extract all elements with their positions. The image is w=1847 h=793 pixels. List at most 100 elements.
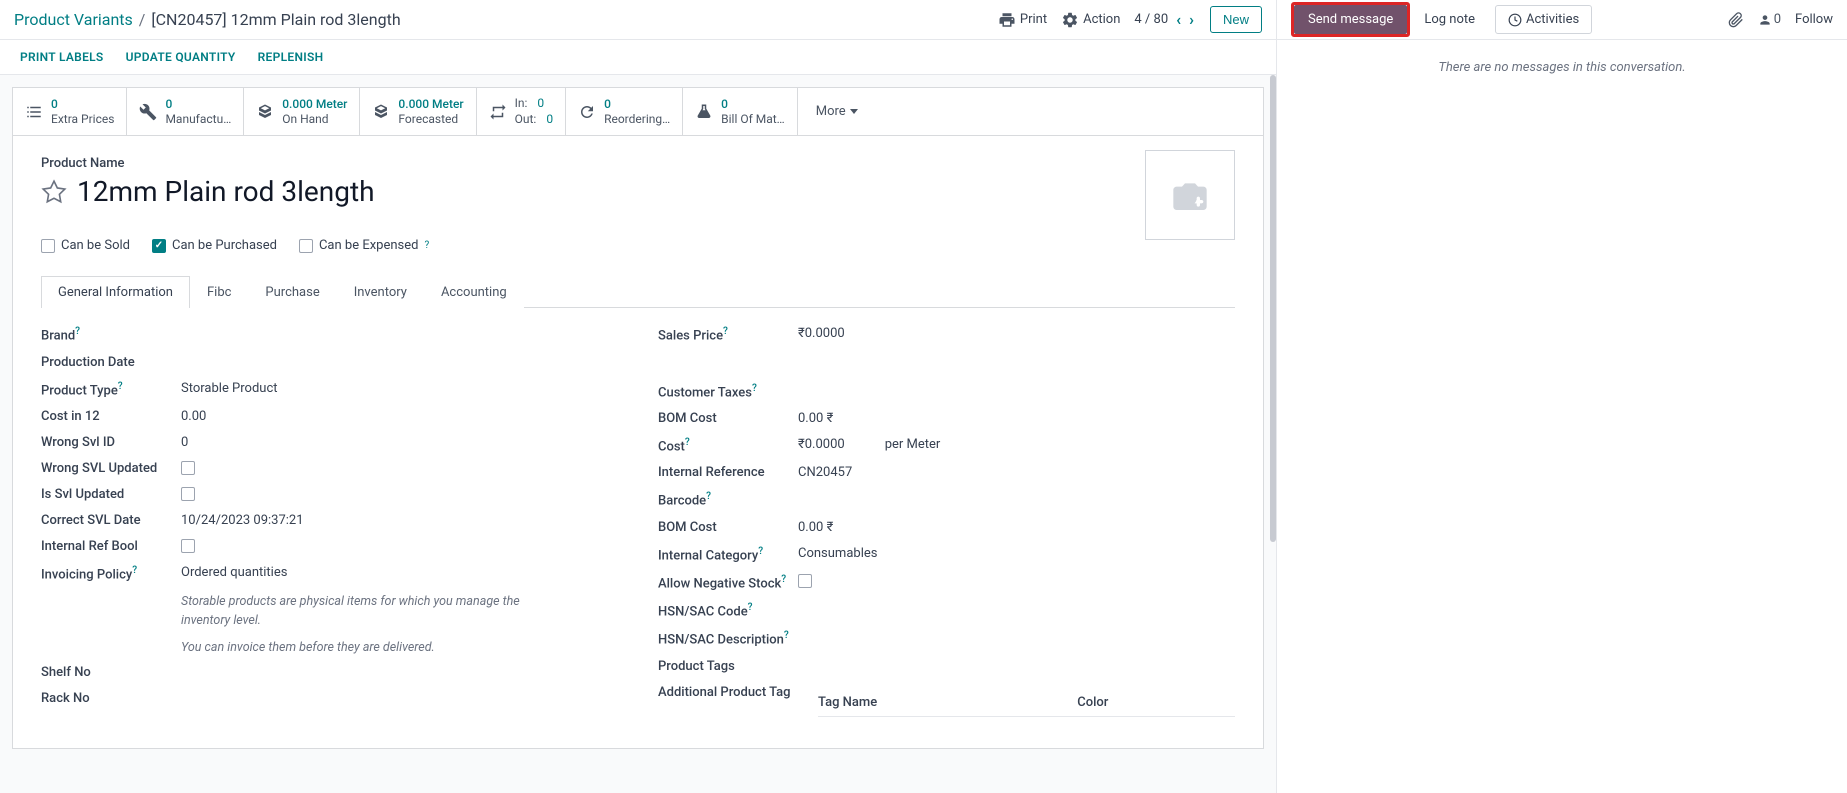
pager-next[interactable]: › (1187, 10, 1196, 29)
tag-color-col: Color (1077, 695, 1108, 710)
attachment-icon[interactable] (1728, 12, 1744, 28)
wrong-svl-id-value[interactable]: 0 (181, 435, 188, 450)
cubes-icon (372, 103, 390, 121)
internal-category-label: Internal Category? (658, 546, 798, 563)
tag-name-col: Tag Name (818, 695, 877, 710)
product-name-label: Product Name (41, 156, 1235, 171)
help-icon[interactable]: ? (723, 326, 728, 337)
tab-fibc[interactable]: Fibc (190, 276, 248, 308)
cost-in-12-value[interactable]: 0.00 (181, 409, 206, 424)
help-icon[interactable]: ? (752, 383, 757, 394)
internal-category-value[interactable]: Consumables (798, 546, 877, 561)
help-icon[interactable]: ? (118, 381, 123, 392)
cost-per: per Meter (885, 437, 941, 452)
help-icon[interactable]: ? (758, 546, 763, 557)
topbar: Product Variants / [CN20457] 12mm Plain … (0, 0, 1276, 40)
pager-prev[interactable]: ‹ (1174, 10, 1183, 29)
help-icon[interactable]: ? (781, 574, 786, 585)
tab-purchase[interactable]: Purchase (248, 276, 336, 308)
can-be-expensed-checkbox[interactable]: Can be Expensed? (299, 238, 429, 253)
cost-label: Cost? (658, 437, 798, 454)
content-scroll[interactable]: 0Extra Prices 0Manufactu… 0.000 MeterOn … (0, 75, 1276, 793)
stat-reordering[interactable]: 0Reordering… (566, 88, 683, 135)
shelf-no-label: Shelf No (41, 665, 181, 680)
internal-ref-bool-checkbox[interactable] (181, 539, 195, 553)
wrong-svl-updated-checkbox[interactable] (181, 461, 195, 475)
customer-taxes-label: Customer Taxes? (658, 383, 798, 400)
correct-svl-date-value[interactable]: 10/24/2023 09:37:21 (181, 513, 304, 528)
tab-inventory[interactable]: Inventory (337, 276, 424, 308)
update-quantity-link[interactable]: UPDATE QUANTITY (126, 50, 236, 64)
tab-accounting[interactable]: Accounting (424, 276, 524, 308)
allow-negative-checkbox[interactable] (798, 574, 812, 588)
tab-general[interactable]: General Information (41, 276, 190, 308)
is-svl-updated-checkbox[interactable] (181, 487, 195, 501)
stat-on-hand[interactable]: 0.000 MeterOn Hand (244, 88, 360, 135)
camera-plus-icon (1165, 175, 1215, 215)
help-icon[interactable]: ? (685, 437, 690, 448)
product-name[interactable]: 12mm Plain rod 3length (77, 175, 375, 208)
form-sheet: 0Extra Prices 0Manufactu… 0.000 MeterOn … (12, 87, 1264, 749)
star-icon[interactable] (41, 179, 67, 205)
storable-note: Storable products are physical items for… (181, 593, 541, 631)
replenish-link[interactable]: REPLENISH (258, 50, 324, 64)
is-svl-updated-label: Is Svl Updated (41, 487, 181, 502)
invoicing-policy-label: Invoicing Policy? (41, 565, 181, 582)
product-image-placeholder[interactable] (1145, 150, 1235, 240)
help-icon[interactable]: ? (706, 491, 711, 502)
flask-icon (695, 103, 713, 121)
stat-more[interactable]: More (798, 88, 876, 135)
action-button[interactable]: Action (1061, 11, 1120, 29)
send-message-highlight: Send message (1291, 2, 1410, 37)
cost-value[interactable]: ₹0.0000 (798, 437, 845, 452)
subbar: PRINT LABELS UPDATE QUANTITY REPLENISH (0, 40, 1276, 75)
internal-reference-value[interactable]: CN20457 (798, 465, 852, 480)
barcode-label: Barcode? (658, 491, 798, 508)
cubes-icon (256, 103, 274, 121)
rack-no-label: Rack No (41, 691, 181, 706)
breadcrumb-root[interactable]: Product Variants (14, 10, 133, 29)
hsn-code-label: HSN/SAC Code? (658, 602, 798, 619)
follow-button[interactable]: Follow (1795, 12, 1833, 27)
can-be-purchased-checkbox[interactable]: Can be Purchased (152, 238, 277, 253)
production-date-label: Production Date (41, 355, 181, 370)
bom-cost2-value: 0.00 ₹ (798, 520, 833, 535)
pager-count[interactable]: 4 / 80 (1134, 12, 1168, 27)
right-column: Sales Price?₹0.0000 Customer Taxes? BOM … (658, 326, 1235, 728)
activities-button[interactable]: Activities (1495, 5, 1592, 34)
print-button[interactable]: Print (998, 11, 1047, 29)
sales-price-label: Sales Price? (658, 326, 798, 343)
help-icon[interactable]: ? (132, 565, 137, 576)
help-icon[interactable]: ? (784, 630, 789, 641)
can-be-sold-checkbox[interactable]: Can be Sold (41, 238, 130, 253)
followers-count[interactable]: 0 (1758, 12, 1781, 27)
help-icon[interactable]: ? (75, 326, 80, 337)
refresh-icon (578, 103, 596, 121)
help-icon[interactable]: ? (424, 240, 429, 251)
invoicing-policy-value[interactable]: Ordered quantities (181, 565, 287, 580)
exchange-icon (489, 103, 507, 121)
tag-table-header: Tag Name Color (818, 689, 1235, 717)
log-note-button[interactable]: Log note (1410, 5, 1489, 34)
stat-in-out[interactable]: In:0 Out:0 (477, 88, 566, 135)
stat-extra-prices[interactable]: 0Extra Prices (13, 88, 127, 135)
stat-bom[interactable]: 0Bill Of Mat… (683, 88, 798, 135)
sales-price-value[interactable]: ₹0.0000 (798, 326, 845, 341)
chatter-topbar: Send message Log note Activities 0 Follo… (1277, 0, 1847, 40)
help-icon[interactable]: ? (748, 602, 753, 613)
invoice-note: You can invoice them before they are del… (181, 639, 541, 658)
print-labels-link[interactable]: PRINT LABELS (20, 50, 104, 64)
product-type-value[interactable]: Storable Product (181, 381, 278, 396)
bom-cost-value: 0.00 ₹ (798, 411, 833, 426)
send-message-button[interactable]: Send message (1294, 5, 1407, 34)
breadcrumb-current: [CN20457] 12mm Plain rod 3length (151, 10, 400, 29)
internal-ref-bool-label: Internal Ref Bool (41, 539, 181, 554)
new-button[interactable]: New (1210, 6, 1262, 33)
chatter-empty-message: There are no messages in this conversati… (1277, 40, 1847, 793)
stat-forecasted[interactable]: 0.000 MeterForecasted (360, 88, 476, 135)
stat-manufacturing[interactable]: 0Manufactu… (127, 88, 244, 135)
bom-cost-label: BOM Cost (658, 411, 798, 426)
scrollbar-indicator[interactable] (1270, 75, 1276, 542)
clock-icon (1508, 13, 1522, 27)
allow-negative-label: Allow Negative Stock? (658, 574, 798, 591)
